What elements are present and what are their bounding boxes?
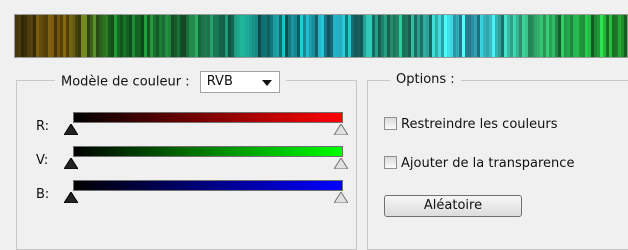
options-group: Options : Restreindre les couleurs Ajout… bbox=[367, 71, 628, 250]
options-legend: Options : bbox=[390, 71, 461, 89]
chevron-down-icon bbox=[261, 80, 272, 86]
add-transparency-checkbox[interactable] bbox=[384, 156, 397, 169]
add-transparency-option[interactable]: Ajouter de la transparence bbox=[384, 156, 574, 172]
slider-label-r: R: bbox=[36, 119, 50, 134]
slider-label-b: B: bbox=[36, 187, 50, 202]
color-preview-strip bbox=[14, 14, 628, 58]
color-gradient-preview bbox=[15, 15, 627, 57]
add-transparency-label: Ajouter de la transparence bbox=[401, 156, 575, 171]
slider-track-r[interactable] bbox=[73, 112, 343, 123]
slider-handle-v-min[interactable] bbox=[64, 158, 78, 169]
slider-handle-r-max[interactable] bbox=[334, 124, 348, 135]
color-model-group: Modèle de couleur : RVB R: V: B: bbox=[16, 71, 357, 250]
color-model-select[interactable]: RVB bbox=[199, 71, 280, 93]
slider-handle-b-min[interactable] bbox=[64, 192, 78, 203]
restrict-colors-checkbox[interactable] bbox=[384, 117, 397, 130]
color-model-label: Modèle de couleur : bbox=[61, 74, 190, 90]
slider-handle-b-max[interactable] bbox=[334, 192, 348, 203]
slider-handle-r-min[interactable] bbox=[64, 124, 78, 135]
slider-handle-v-max[interactable] bbox=[334, 158, 348, 169]
restrict-colors-label: Restreindre les couleurs bbox=[401, 117, 558, 132]
slider-label-v: V: bbox=[36, 153, 49, 168]
color-model-select-value: RVB bbox=[206, 74, 233, 89]
slider-track-v[interactable] bbox=[73, 146, 343, 157]
restrict-colors-option[interactable]: Restreindre les couleurs bbox=[384, 117, 558, 133]
color-model-legend: Modèle de couleur : RVB bbox=[55, 71, 286, 93]
slider-track-b[interactable] bbox=[73, 180, 343, 191]
random-button[interactable]: Aléatoire bbox=[384, 195, 522, 217]
